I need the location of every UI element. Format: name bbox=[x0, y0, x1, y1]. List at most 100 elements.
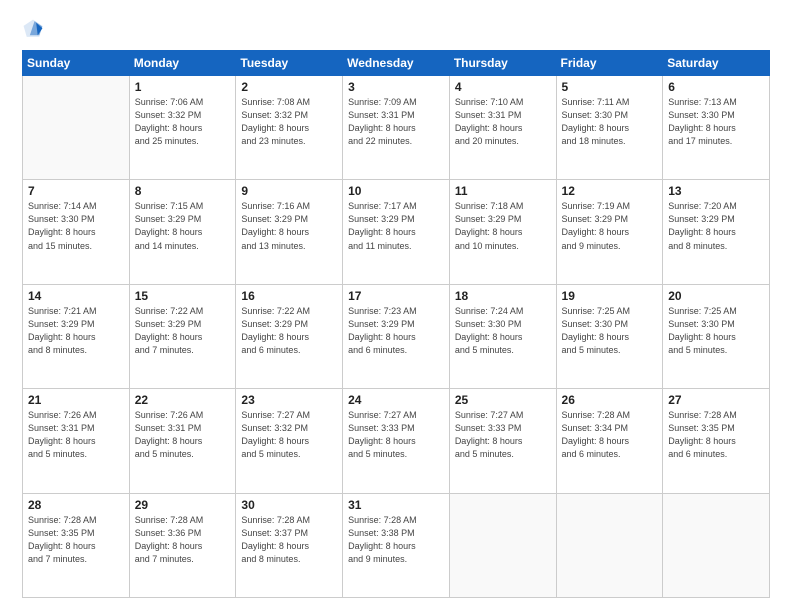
calendar-body: 1 Sunrise: 7:06 AM Sunset: 3:32 PM Daylig… bbox=[23, 76, 770, 598]
day-info: Sunrise: 7:20 AM Sunset: 3:29 PM Dayligh… bbox=[668, 200, 764, 252]
day-cell: 19 Sunrise: 7:25 AM Sunset: 3:30 PM Dayli… bbox=[556, 284, 663, 388]
day-number: 2 bbox=[241, 80, 337, 94]
day-cell bbox=[663, 493, 770, 597]
day-cell: 31 Sunrise: 7:28 AM Sunset: 3:38 PM Dayli… bbox=[343, 493, 450, 597]
day-info: Sunrise: 7:28 AM Sunset: 3:34 PM Dayligh… bbox=[562, 409, 658, 461]
day-cell: 22Sunrise: 7:26 AM Sunset: 3:31 PM Dayli… bbox=[129, 389, 236, 493]
day-info: Sunrise: 7:10 AM Sunset: 3:31 PM Dayligh… bbox=[455, 96, 551, 148]
day-cell: 30 Sunrise: 7:28 AM Sunset: 3:37 PM Dayli… bbox=[236, 493, 343, 597]
day-cell bbox=[556, 493, 663, 597]
day-number: 16 bbox=[241, 289, 337, 303]
header-cell-sunday: Sunday bbox=[23, 51, 130, 76]
day-info: Sunrise: 7:27 AM Sunset: 3:32 PM Dayligh… bbox=[241, 409, 337, 461]
day-number: 11 bbox=[455, 184, 551, 198]
week-row-4: 28 Sunrise: 7:28 AM Sunset: 3:35 PM Dayli… bbox=[23, 493, 770, 597]
day-cell: 15 Sunrise: 7:22 AM Sunset: 3:29 PM Dayli… bbox=[129, 284, 236, 388]
day-info: Sunrise: 7:11 AM Sunset: 3:30 PM Dayligh… bbox=[562, 96, 658, 148]
day-cell bbox=[449, 493, 556, 597]
day-cell: 26 Sunrise: 7:28 AM Sunset: 3:34 PM Dayli… bbox=[556, 389, 663, 493]
day-info: Sunrise: 7:14 AM Sunset: 3:30 PM Dayligh… bbox=[28, 200, 124, 252]
day-number: 26 bbox=[562, 393, 658, 407]
day-number: 18 bbox=[455, 289, 551, 303]
day-info: Sunrise: 7:08 AM Sunset: 3:32 PM Dayligh… bbox=[241, 96, 337, 148]
day-cell: 6Sunrise: 7:13 AM Sunset: 3:30 PM Daylig… bbox=[663, 76, 770, 180]
day-cell: 28 Sunrise: 7:28 AM Sunset: 3:35 PM Dayli… bbox=[23, 493, 130, 597]
logo bbox=[22, 18, 48, 40]
day-cell: 5 Sunrise: 7:11 AM Sunset: 3:30 PM Daylig… bbox=[556, 76, 663, 180]
day-info: Sunrise: 7:24 AM Sunset: 3:30 PM Dayligh… bbox=[455, 305, 551, 357]
day-cell: 18 Sunrise: 7:24 AM Sunset: 3:30 PM Dayli… bbox=[449, 284, 556, 388]
week-row-0: 1 Sunrise: 7:06 AM Sunset: 3:32 PM Daylig… bbox=[23, 76, 770, 180]
day-cell: 4 Sunrise: 7:10 AM Sunset: 3:31 PM Daylig… bbox=[449, 76, 556, 180]
day-number: 14 bbox=[28, 289, 124, 303]
header-cell-saturday: Saturday bbox=[663, 51, 770, 76]
page: SundayMondayTuesdayWednesdayThursdayFrid… bbox=[0, 0, 792, 612]
day-number: 23 bbox=[241, 393, 337, 407]
day-info: Sunrise: 7:28 AM Sunset: 3:37 PM Dayligh… bbox=[241, 514, 337, 566]
day-number: 7 bbox=[28, 184, 124, 198]
day-info: Sunrise: 7:28 AM Sunset: 3:38 PM Dayligh… bbox=[348, 514, 444, 566]
day-cell: 25Sunrise: 7:27 AM Sunset: 3:33 PM Dayli… bbox=[449, 389, 556, 493]
day-number: 1 bbox=[135, 80, 231, 94]
day-cell: 16 Sunrise: 7:22 AM Sunset: 3:29 PM Dayli… bbox=[236, 284, 343, 388]
header-cell-monday: Monday bbox=[129, 51, 236, 76]
day-number: 12 bbox=[562, 184, 658, 198]
day-cell: 8Sunrise: 7:15 AM Sunset: 3:29 PM Daylig… bbox=[129, 180, 236, 284]
day-cell: 14 Sunrise: 7:21 AM Sunset: 3:29 PM Dayli… bbox=[23, 284, 130, 388]
day-cell: 2 Sunrise: 7:08 AM Sunset: 3:32 PM Daylig… bbox=[236, 76, 343, 180]
day-cell: 29Sunrise: 7:28 AM Sunset: 3:36 PM Dayli… bbox=[129, 493, 236, 597]
day-cell: 7 Sunrise: 7:14 AM Sunset: 3:30 PM Daylig… bbox=[23, 180, 130, 284]
day-cell: 10 Sunrise: 7:17 AM Sunset: 3:29 PM Dayli… bbox=[343, 180, 450, 284]
day-number: 27 bbox=[668, 393, 764, 407]
week-row-2: 14 Sunrise: 7:21 AM Sunset: 3:29 PM Dayli… bbox=[23, 284, 770, 388]
logo-icon bbox=[22, 18, 44, 40]
day-number: 21 bbox=[28, 393, 124, 407]
day-info: Sunrise: 7:28 AM Sunset: 3:36 PM Dayligh… bbox=[135, 514, 231, 566]
day-info: Sunrise: 7:18 AM Sunset: 3:29 PM Dayligh… bbox=[455, 200, 551, 252]
day-number: 28 bbox=[28, 498, 124, 512]
day-info: Sunrise: 7:22 AM Sunset: 3:29 PM Dayligh… bbox=[241, 305, 337, 357]
day-cell: 3 Sunrise: 7:09 AM Sunset: 3:31 PM Daylig… bbox=[343, 76, 450, 180]
day-info: Sunrise: 7:19 AM Sunset: 3:29 PM Dayligh… bbox=[562, 200, 658, 252]
header-cell-tuesday: Tuesday bbox=[236, 51, 343, 76]
day-number: 6 bbox=[668, 80, 764, 94]
day-number: 5 bbox=[562, 80, 658, 94]
day-info: Sunrise: 7:22 AM Sunset: 3:29 PM Dayligh… bbox=[135, 305, 231, 357]
calendar-header: SundayMondayTuesdayWednesdayThursdayFrid… bbox=[23, 51, 770, 76]
day-info: Sunrise: 7:26 AM Sunset: 3:31 PM Dayligh… bbox=[135, 409, 231, 461]
day-info: Sunrise: 7:25 AM Sunset: 3:30 PM Dayligh… bbox=[562, 305, 658, 357]
day-cell: 23 Sunrise: 7:27 AM Sunset: 3:32 PM Dayli… bbox=[236, 389, 343, 493]
day-cell: 12 Sunrise: 7:19 AM Sunset: 3:29 PM Dayli… bbox=[556, 180, 663, 284]
day-info: Sunrise: 7:28 AM Sunset: 3:35 PM Dayligh… bbox=[28, 514, 124, 566]
day-info: Sunrise: 7:23 AM Sunset: 3:29 PM Dayligh… bbox=[348, 305, 444, 357]
day-cell: 1 Sunrise: 7:06 AM Sunset: 3:32 PM Daylig… bbox=[129, 76, 236, 180]
day-info: Sunrise: 7:28 AM Sunset: 3:35 PM Dayligh… bbox=[668, 409, 764, 461]
day-number: 4 bbox=[455, 80, 551, 94]
day-number: 10 bbox=[348, 184, 444, 198]
day-info: Sunrise: 7:17 AM Sunset: 3:29 PM Dayligh… bbox=[348, 200, 444, 252]
day-info: Sunrise: 7:09 AM Sunset: 3:31 PM Dayligh… bbox=[348, 96, 444, 148]
day-info: Sunrise: 7:15 AM Sunset: 3:29 PM Dayligh… bbox=[135, 200, 231, 252]
day-number: 20 bbox=[668, 289, 764, 303]
day-info: Sunrise: 7:21 AM Sunset: 3:29 PM Dayligh… bbox=[28, 305, 124, 357]
week-row-3: 21 Sunrise: 7:26 AM Sunset: 3:31 PM Dayli… bbox=[23, 389, 770, 493]
day-number: 9 bbox=[241, 184, 337, 198]
day-number: 19 bbox=[562, 289, 658, 303]
day-number: 13 bbox=[668, 184, 764, 198]
day-number: 30 bbox=[241, 498, 337, 512]
header-cell-friday: Friday bbox=[556, 51, 663, 76]
header bbox=[22, 18, 770, 40]
day-info: Sunrise: 7:06 AM Sunset: 3:32 PM Dayligh… bbox=[135, 96, 231, 148]
day-cell: 24Sunrise: 7:27 AM Sunset: 3:33 PM Dayli… bbox=[343, 389, 450, 493]
header-cell-wednesday: Wednesday bbox=[343, 51, 450, 76]
day-info: Sunrise: 7:27 AM Sunset: 3:33 PM Dayligh… bbox=[348, 409, 444, 461]
week-row-1: 7 Sunrise: 7:14 AM Sunset: 3:30 PM Daylig… bbox=[23, 180, 770, 284]
day-cell: 13 Sunrise: 7:20 AM Sunset: 3:29 PM Dayli… bbox=[663, 180, 770, 284]
day-cell: 27 Sunrise: 7:28 AM Sunset: 3:35 PM Dayli… bbox=[663, 389, 770, 493]
day-cell: 21Sunrise: 7:26 AM Sunset: 3:31 PM Dayli… bbox=[23, 389, 130, 493]
day-info: Sunrise: 7:16 AM Sunset: 3:29 PM Dayligh… bbox=[241, 200, 337, 252]
day-number: 3 bbox=[348, 80, 444, 94]
day-number: 15 bbox=[135, 289, 231, 303]
day-info: Sunrise: 7:27 AM Sunset: 3:33 PM Dayligh… bbox=[455, 409, 551, 461]
day-number: 31 bbox=[348, 498, 444, 512]
